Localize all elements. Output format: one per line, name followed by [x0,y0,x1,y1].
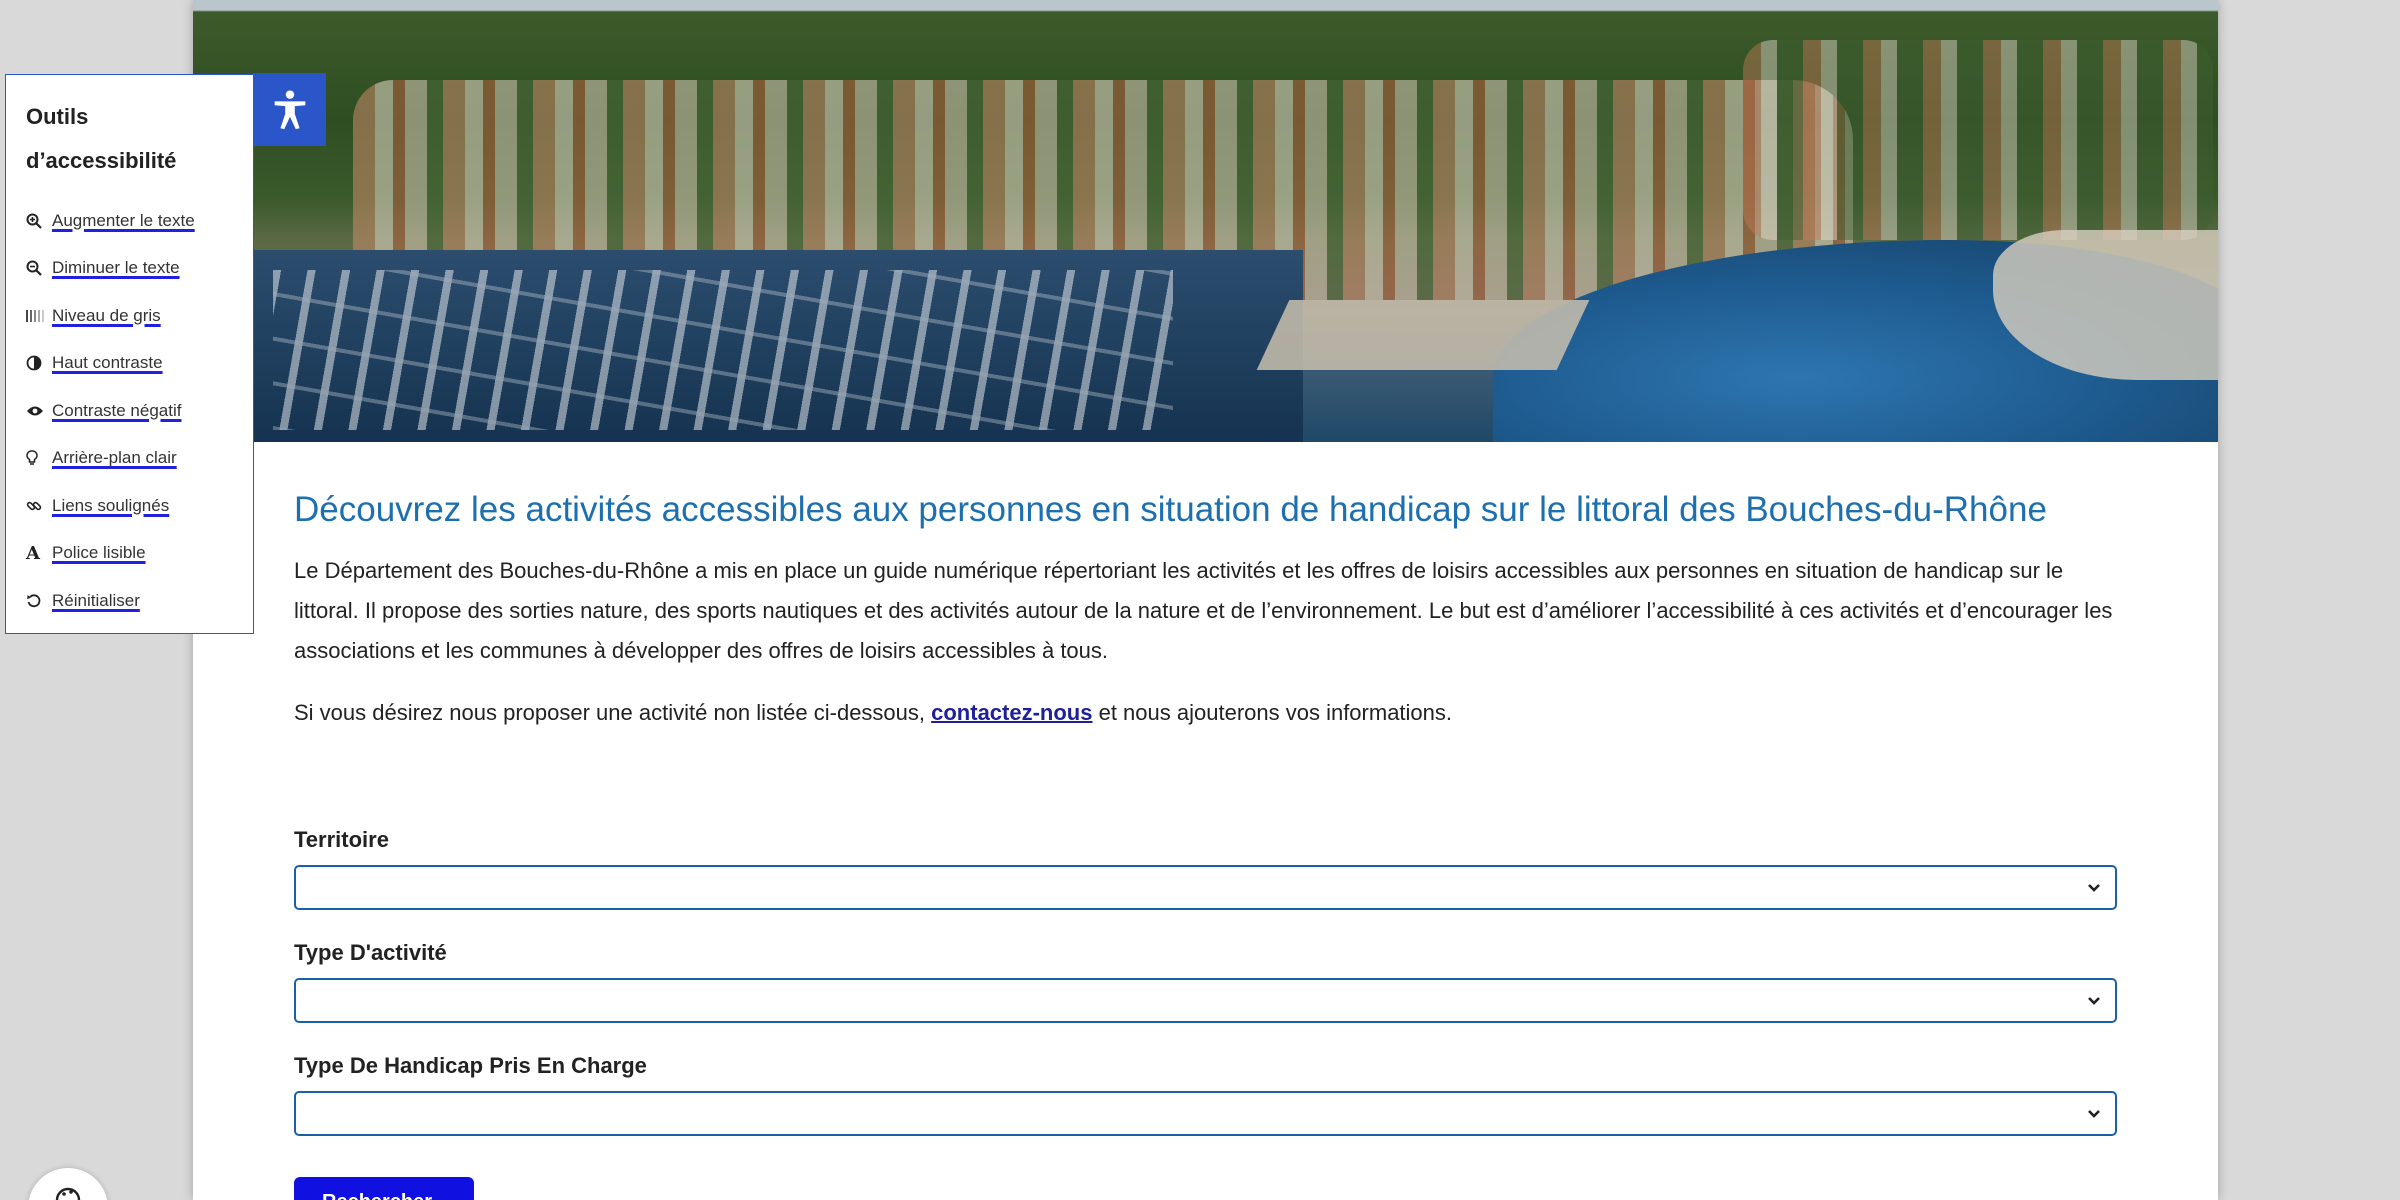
a11y-light-background[interactable]: Arrière-plan clair [26,435,233,483]
filter-territoire: Territoire [294,825,2119,910]
a11y-item-label[interactable]: Haut contraste [52,353,163,373]
chevron-down-icon [2087,1102,2101,1125]
a11y-item-label[interactable]: Diminuer le texte [52,258,180,278]
link-icon [26,498,52,514]
cookie-icon [55,1187,81,1200]
hero-image [193,0,2218,442]
a11y-negative-contrast[interactable]: Contraste négatif [26,387,233,435]
accessibility-panel-title: Outils d’accessibilité [26,95,233,183]
grayscale-icon [26,309,52,323]
contact-link[interactable]: contactez-nous [931,700,1092,725]
a11y-item-label[interactable]: Arrière-plan clair [52,448,177,468]
font-icon: A [26,542,40,564]
a11y-item-label[interactable]: Police lisible [52,543,146,563]
type-handicap-select[interactable] [294,1091,2117,1136]
contact-text-before: Si vous désirez nous proposer une activi… [294,700,932,725]
accessibility-toggle-button[interactable] [253,73,326,146]
search-button[interactable]: Rechercher [294,1177,474,1200]
reset-icon [26,593,52,609]
type-activite-select[interactable] [294,978,2117,1023]
zoom-out-icon [26,260,52,277]
a11y-decrease-text[interactable]: Diminuer le texte [26,245,233,293]
a11y-item-label[interactable]: Augmenter le texte [52,211,195,231]
a11y-item-label[interactable]: Niveau de gris [52,306,161,326]
chevron-down-icon [2087,989,2101,1012]
a11y-item-label[interactable]: Contraste négatif [52,401,181,421]
panel-title-line2: d’accessibilité [26,148,177,173]
zoom-in-icon [26,213,52,229]
accessibility-person-icon [274,89,305,129]
a11y-increase-text[interactable]: Augmenter le texte [26,197,233,245]
filter-type-activite: Type D'activité [294,938,2119,1023]
filter-type-handicap: Type De Handicap Pris En Charge [294,1051,2119,1136]
accessibility-panel: Outils d’accessibilité Augmenter le text… [5,74,254,634]
page-title: Découvrez les activités accessibles aux … [294,490,2047,529]
main-content: Découvrez les activités accessibles aux … [294,475,2119,1136]
a11y-readable-font[interactable]: A Police lisible [26,530,233,578]
eye-icon [26,405,52,417]
filter-label-type-handicap: Type De Handicap Pris En Charge [294,1053,647,1078]
a11y-item-label[interactable]: Réinitialiser [52,591,140,611]
contact-text-after: et nous ajouterons vos informations. [1092,700,1453,725]
contact-paragraph: Si vous désirez nous proposer une activi… [294,693,2119,733]
a11y-item-label[interactable]: Liens soulignés [52,496,169,516]
contrast-icon [26,355,52,371]
a11y-grayscale[interactable]: Niveau de gris [26,292,233,340]
intro-paragraph: Le Département des Bouches-du-Rhône a mi… [294,558,2113,663]
filter-label-type-activite: Type D'activité [294,940,447,965]
panel-title-line1: Outils [26,104,89,129]
territoire-select[interactable] [294,865,2117,910]
cookie-settings-button[interactable] [28,1168,108,1200]
a11y-reset[interactable]: Réinitialiser [26,577,233,625]
chevron-down-icon [2087,876,2101,899]
lightbulb-icon [26,450,52,466]
filter-label-territoire: Territoire [294,827,389,852]
a11y-high-contrast[interactable]: Haut contraste [26,340,233,388]
a11y-underline-links[interactable]: Liens soulignés [26,482,233,530]
